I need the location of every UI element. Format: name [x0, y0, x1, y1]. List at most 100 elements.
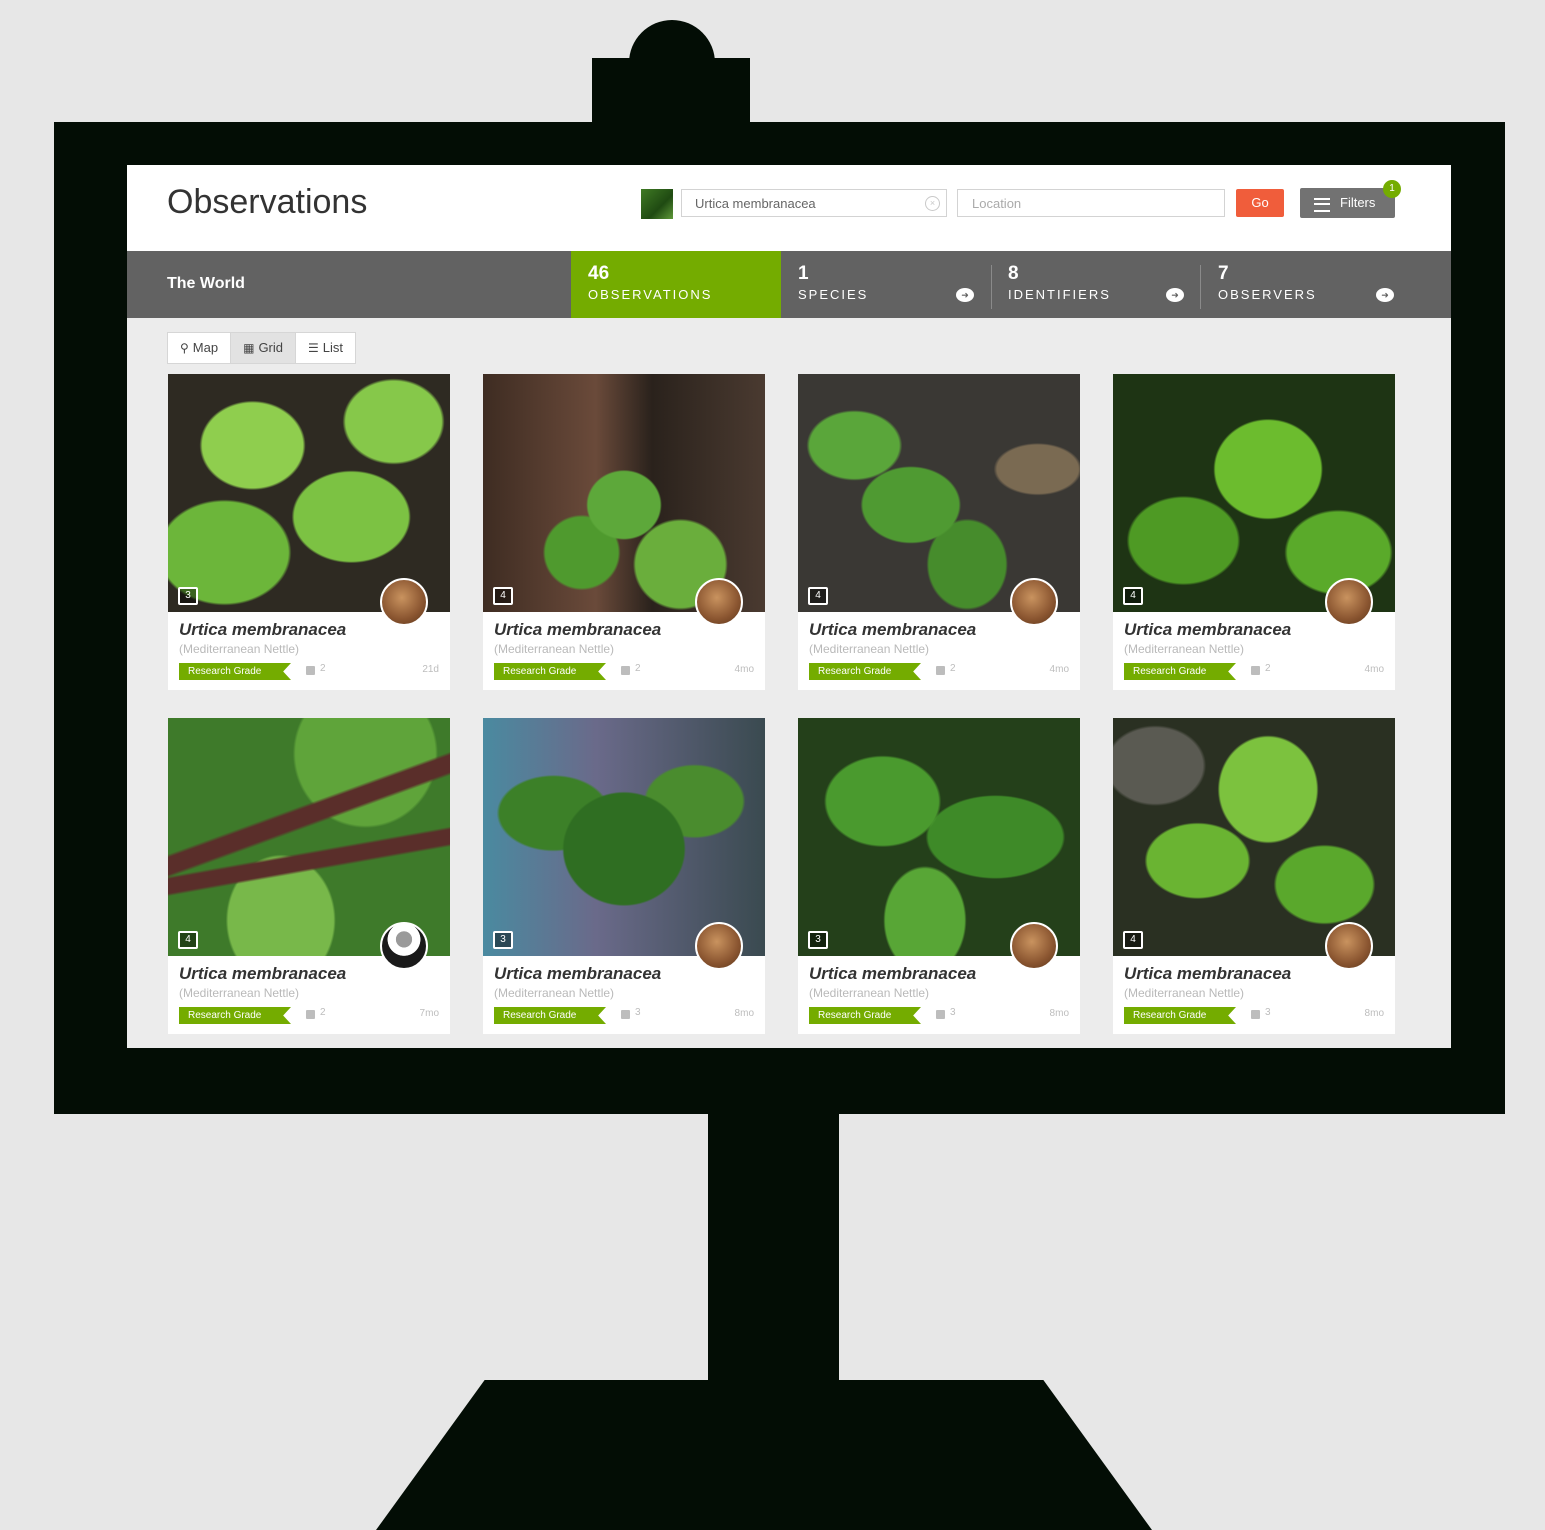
observation-card[interactable]: 3 Urtica membranacea (Mediterranean Nett… [483, 718, 765, 1034]
comment-icon [306, 1010, 315, 1019]
quality-grade-badge: Research Grade [179, 663, 291, 680]
comment-count: 2 [1265, 663, 1271, 674]
stat-identifiers[interactable]: 8 IDENTIFIERS ➜ [991, 251, 1201, 318]
go-button[interactable]: Go [1236, 189, 1284, 217]
observation-photo[interactable] [798, 374, 1080, 612]
monitor-stand-base [376, 1380, 1152, 1530]
observation-card[interactable]: 4 Urtica membranacea (Mediterranean Nett… [798, 374, 1080, 690]
photo-count-icon: 3 [178, 587, 198, 605]
avatar[interactable] [695, 922, 743, 970]
avatar[interactable] [1010, 578, 1058, 626]
common-name: (Mediterranean Nettle) [494, 642, 615, 656]
time-ago: 8mo [1364, 1008, 1384, 1019]
arrow-right-icon: ➜ [1376, 288, 1394, 302]
taxon-name[interactable]: Urtica membranacea [179, 964, 346, 984]
stat-label: IDENTIFIERS [1008, 287, 1111, 302]
observation-card[interactable]: 4 Urtica membranacea (Mediterranean Nett… [483, 374, 765, 690]
time-ago: 4mo [734, 664, 754, 675]
common-name: (Mediterranean Nettle) [494, 986, 615, 1000]
comment-count: 3 [1265, 1007, 1271, 1018]
common-name: (Mediterranean Nettle) [809, 986, 930, 1000]
tab-map[interactable]: ⚲ Map [168, 333, 232, 363]
map-pin-icon: ⚲ [180, 341, 189, 355]
place-label[interactable]: The World [167, 275, 245, 293]
quality-grade-badge: Research Grade [809, 1007, 921, 1024]
stat-observations[interactable]: 46 OBSERVATIONS [571, 251, 781, 318]
photo-count-icon: 4 [178, 931, 198, 949]
comment-count: 3 [635, 1007, 641, 1018]
avatar[interactable] [1325, 922, 1373, 970]
monitor-stand-neck [708, 1110, 839, 1400]
comment-count: 2 [320, 663, 326, 674]
sliders-icon [1314, 198, 1330, 212]
stat-label: OBSERVERS [1218, 287, 1317, 302]
photo-count-icon: 3 [808, 931, 828, 949]
tab-label: Grid [258, 340, 283, 355]
observation-photo[interactable] [168, 718, 450, 956]
avatar[interactable] [1010, 922, 1058, 970]
clear-icon[interactable]: × [925, 196, 940, 211]
photo-count-icon: 4 [808, 587, 828, 605]
time-ago: 7mo [419, 1008, 439, 1019]
taxon-name[interactable]: Urtica membranacea [494, 964, 661, 984]
observation-photo[interactable] [1113, 374, 1395, 612]
taxon-name[interactable]: Urtica membranacea [179, 620, 346, 640]
comment-count: 3 [950, 1007, 956, 1018]
stat-label: SPECIES [798, 287, 869, 302]
tab-label: List [322, 340, 343, 355]
observation-card[interactable]: 4 Urtica membranacea (Mediterranean Nett… [1113, 374, 1395, 690]
arrow-right-icon: ➜ [1166, 288, 1184, 302]
time-ago: 21d [422, 664, 439, 675]
quality-grade-badge: Research Grade [179, 1007, 291, 1024]
taxon-name[interactable]: Urtica membranacea [809, 964, 976, 984]
taxon-name[interactable]: Urtica membranacea [1124, 620, 1291, 640]
observation-photo[interactable] [483, 374, 765, 612]
observation-photo[interactable] [1113, 718, 1395, 956]
top-bar: Observations Urtica membranacea × Locati… [127, 165, 1451, 251]
common-name: (Mediterranean Nettle) [1124, 642, 1245, 656]
stat-number: 46 [588, 263, 610, 284]
observation-card[interactable]: 3 Urtica membranacea (Mediterranean Nett… [168, 374, 450, 690]
observation-photo[interactable] [483, 718, 765, 956]
stat-species[interactable]: 1 SPECIES ➜ [781, 251, 991, 318]
comment-count: 2 [320, 1007, 326, 1018]
stats-bar: The World 46 OBSERVATIONS 1 SPECIES ➜ 8 … [127, 251, 1451, 318]
tab-grid[interactable]: ▦ Grid [231, 333, 296, 363]
comment-count: 2 [635, 663, 641, 674]
taxon-search-input[interactable]: Urtica membranacea [681, 189, 947, 217]
comment-icon [936, 666, 945, 675]
quality-grade-badge: Research Grade [494, 1007, 606, 1024]
comment-count: 2 [950, 663, 956, 674]
page-title: Observations [167, 183, 368, 221]
filters-label: Filters [1340, 195, 1376, 210]
filters-button[interactable]: Filters [1300, 188, 1395, 218]
time-ago: 4mo [1364, 664, 1384, 675]
time-ago: 8mo [1049, 1008, 1069, 1019]
tab-label: Map [192, 340, 219, 355]
observation-photo[interactable] [798, 718, 1080, 956]
tab-list[interactable]: ☰ List [296, 333, 355, 363]
comment-icon [621, 666, 630, 675]
taxon-name[interactable]: Urtica membranacea [1124, 964, 1291, 984]
list-icon: ☰ [308, 341, 319, 355]
avatar[interactable] [1325, 578, 1373, 626]
observation-photo[interactable] [168, 374, 450, 612]
stat-number: 8 [1008, 263, 1019, 284]
observation-card[interactable]: 4 Urtica membranacea (Mediterranean Nett… [1113, 718, 1395, 1034]
location-input[interactable]: Location [957, 189, 1225, 217]
avatar[interactable] [380, 578, 428, 626]
taxon-thumbnail [641, 189, 673, 219]
taxon-name[interactable]: Urtica membranacea [809, 620, 976, 640]
common-name: (Mediterranean Nettle) [809, 642, 930, 656]
avatar[interactable] [380, 922, 428, 970]
comment-icon [306, 666, 315, 675]
quality-grade-badge: Research Grade [1124, 663, 1236, 680]
avatar[interactable] [695, 578, 743, 626]
observation-card[interactable]: 4 Urtica membranacea (Mediterranean Nett… [168, 718, 450, 1034]
grid-icon: ▦ [243, 341, 255, 355]
taxon-name[interactable]: Urtica membranacea [494, 620, 661, 640]
observation-card[interactable]: 3 Urtica membranacea (Mediterranean Nett… [798, 718, 1080, 1034]
quality-grade-badge: Research Grade [494, 663, 606, 680]
time-ago: 8mo [734, 1008, 754, 1019]
stat-observers[interactable]: 7 OBSERVERS ➜ [1201, 251, 1411, 318]
